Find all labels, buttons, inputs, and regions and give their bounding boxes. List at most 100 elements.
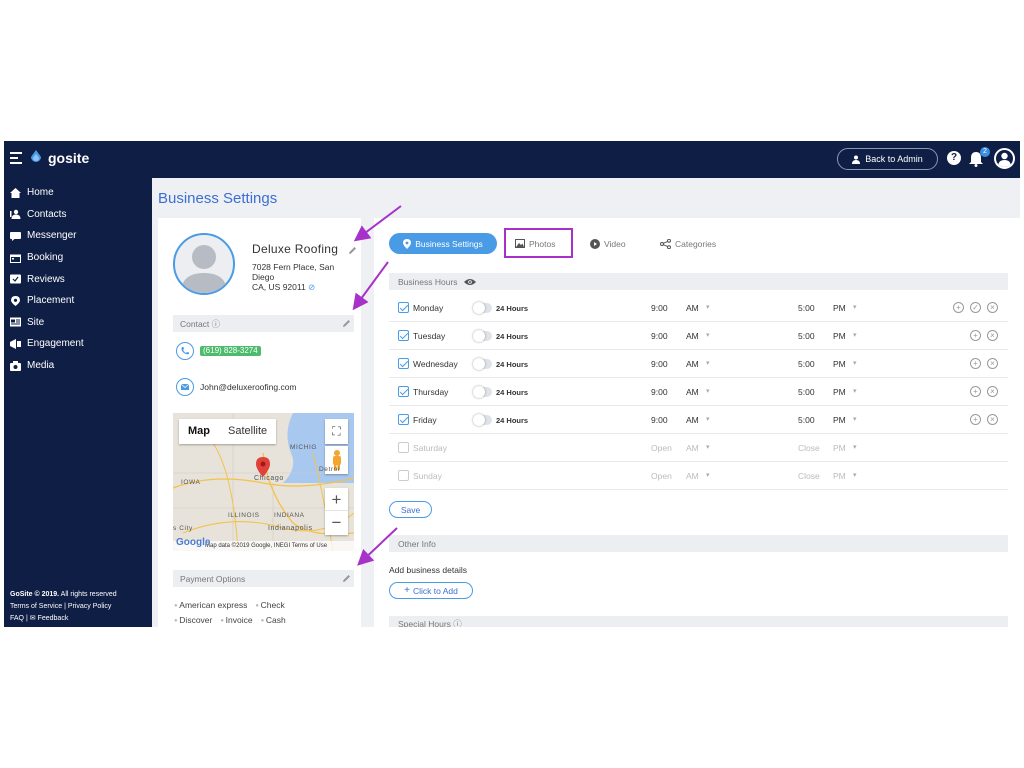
click-to-add-button[interactable]: + Click to Add bbox=[389, 582, 473, 599]
sidebar-item-reviews[interactable]: Reviews bbox=[10, 268, 84, 290]
close-ampm[interactable]: PM bbox=[833, 471, 846, 481]
profile-avatar[interactable] bbox=[994, 148, 1015, 169]
close-time[interactable]: Close bbox=[798, 443, 820, 453]
add-hours-icon[interactable]: + bbox=[970, 386, 981, 397]
map-tab-map[interactable]: Map bbox=[179, 419, 219, 444]
24-hours-toggle[interactable] bbox=[473, 359, 492, 369]
close-time[interactable]: 5:00 bbox=[798, 331, 815, 341]
close-time[interactable]: 5:00 bbox=[798, 415, 815, 425]
edit-payment-pencil-icon[interactable] bbox=[342, 574, 351, 583]
close-ampm[interactable]: PM bbox=[833, 303, 846, 313]
24-hours-toggle[interactable] bbox=[473, 387, 492, 397]
help-icon[interactable]: ? bbox=[947, 151, 961, 165]
chevron-down-icon[interactable]: ▾ bbox=[706, 443, 710, 451]
remove-hours-icon[interactable]: × bbox=[987, 302, 998, 313]
confirm-check-icon[interactable]: ✓ bbox=[970, 302, 981, 313]
sidebar-item-placement[interactable]: Placement bbox=[10, 290, 84, 312]
chevron-down-icon[interactable]: ▾ bbox=[853, 331, 857, 339]
open-ampm[interactable]: AM bbox=[686, 415, 699, 425]
profile-picture[interactable] bbox=[173, 233, 235, 295]
close-time[interactable]: 5:00 bbox=[798, 303, 815, 313]
remove-hours-icon[interactable]: × bbox=[987, 414, 998, 425]
chevron-down-icon[interactable]: ▾ bbox=[853, 471, 857, 479]
chevron-down-icon[interactable]: ▾ bbox=[706, 359, 710, 367]
phone-number[interactable]: (619) 828-3274 bbox=[200, 346, 261, 356]
close-time[interactable]: 5:00 bbox=[798, 387, 815, 397]
day-checkbox[interactable] bbox=[398, 302, 409, 313]
tab-business-settings[interactable]: Business Settings bbox=[389, 233, 497, 254]
feedback-link[interactable]: Feedback bbox=[38, 615, 69, 622]
visibility-off-icon[interactable]: ⊘ bbox=[308, 282, 315, 292]
day-checkbox[interactable] bbox=[398, 358, 409, 369]
open-time[interactable]: 9:00 bbox=[651, 387, 668, 397]
edit-contact-pencil-icon[interactable] bbox=[342, 319, 351, 328]
add-hours-icon[interactable]: + bbox=[970, 330, 981, 341]
map-marker-icon[interactable] bbox=[256, 457, 270, 477]
save-hours-button[interactable]: Save bbox=[389, 501, 432, 518]
chevron-down-icon[interactable]: ▾ bbox=[706, 387, 710, 395]
close-ampm[interactable]: PM bbox=[833, 443, 846, 453]
day-checkbox[interactable] bbox=[398, 386, 409, 397]
day-checkbox[interactable] bbox=[398, 330, 409, 341]
sidebar-item-contacts[interactable]: Contacts bbox=[10, 204, 84, 226]
edit-profile-pencil-icon[interactable] bbox=[348, 246, 357, 255]
sidebar-item-booking[interactable]: Booking bbox=[10, 247, 84, 269]
open-ampm[interactable]: AM bbox=[686, 331, 699, 341]
day-checkbox[interactable] bbox=[398, 470, 409, 481]
24-hours-toggle[interactable] bbox=[473, 415, 492, 425]
open-ampm[interactable]: AM bbox=[686, 443, 699, 453]
open-ampm[interactable]: AM bbox=[686, 387, 699, 397]
faq-link[interactable]: FAQ bbox=[10, 615, 24, 622]
open-time[interactable]: 9:00 bbox=[651, 359, 668, 369]
chevron-down-icon[interactable]: ▾ bbox=[853, 387, 857, 395]
open-ampm[interactable]: AM bbox=[686, 303, 699, 313]
close-ampm[interactable]: PM bbox=[833, 387, 846, 397]
24-hours-toggle[interactable] bbox=[473, 331, 492, 341]
zoom-out-button[interactable]: − bbox=[325, 511, 348, 534]
close-ampm[interactable]: PM bbox=[833, 331, 846, 341]
chevron-down-icon[interactable]: ▾ bbox=[706, 303, 710, 311]
remove-hours-icon[interactable]: × bbox=[987, 330, 998, 341]
chevron-down-icon[interactable]: ▾ bbox=[706, 471, 710, 479]
eye-icon[interactable] bbox=[464, 278, 476, 286]
privacy-link[interactable]: Privacy Policy bbox=[68, 603, 112, 610]
sidebar-item-messenger[interactable]: Messenger bbox=[10, 225, 84, 247]
menu-icon[interactable] bbox=[10, 152, 24, 164]
open-ampm[interactable]: AM bbox=[686, 471, 699, 481]
sidebar-item-site[interactable]: Site bbox=[10, 312, 84, 334]
open-ampm[interactable]: AM bbox=[686, 359, 699, 369]
logo[interactable]: gosite bbox=[10, 150, 89, 166]
open-time[interactable]: 9:00 bbox=[651, 415, 668, 425]
location-map[interactable]: Map Satellite ⛶ + − MICHIG Detroi Chicag… bbox=[173, 413, 354, 551]
fullscreen-icon[interactable]: ⛶ bbox=[325, 419, 348, 444]
day-checkbox[interactable] bbox=[398, 442, 409, 453]
chevron-down-icon[interactable]: ▾ bbox=[706, 415, 710, 423]
close-time[interactable]: Close bbox=[798, 471, 820, 481]
map-tab-satellite[interactable]: Satellite bbox=[219, 419, 276, 444]
sidebar-item-media[interactable]: Media bbox=[10, 355, 84, 377]
add-hours-icon[interactable]: + bbox=[970, 414, 981, 425]
add-hours-icon[interactable]: + bbox=[970, 358, 981, 369]
open-time[interactable]: 9:00 bbox=[651, 331, 668, 341]
close-ampm[interactable]: PM bbox=[833, 415, 846, 425]
chevron-down-icon[interactable]: ▾ bbox=[853, 443, 857, 451]
chevron-down-icon[interactable]: ▾ bbox=[853, 303, 857, 311]
day-checkbox[interactable] bbox=[398, 414, 409, 425]
sidebar-item-engagement[interactable]: Engagement bbox=[10, 333, 84, 355]
close-ampm[interactable]: PM bbox=[833, 359, 846, 369]
open-time[interactable]: Open bbox=[651, 471, 672, 481]
chevron-down-icon[interactable]: ▾ bbox=[853, 359, 857, 367]
zoom-in-button[interactable]: + bbox=[325, 488, 348, 511]
tab-categories[interactable]: Categories bbox=[660, 233, 716, 254]
tab-photos[interactable]: Photos bbox=[515, 233, 555, 254]
remove-hours-icon[interactable]: × bbox=[987, 358, 998, 369]
back-to-admin-button[interactable]: Back to Admin bbox=[837, 148, 938, 170]
close-time[interactable]: 5:00 bbox=[798, 359, 815, 369]
open-time[interactable]: Open bbox=[651, 443, 672, 453]
email-address[interactable]: John@deluxeroofing.com bbox=[200, 382, 297, 392]
add-hours-icon[interactable]: + bbox=[953, 302, 964, 313]
24-hours-toggle[interactable] bbox=[473, 303, 492, 313]
chevron-down-icon[interactable]: ▾ bbox=[853, 415, 857, 423]
tab-video[interactable]: Video bbox=[590, 233, 626, 254]
sidebar-item-home[interactable]: Home bbox=[10, 182, 84, 204]
